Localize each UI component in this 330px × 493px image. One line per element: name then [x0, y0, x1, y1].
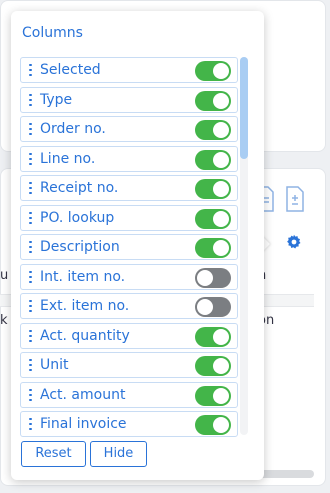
drag-handle-icon[interactable]	[29, 418, 32, 430]
toggle-knob	[213, 328, 229, 345]
drag-handle-icon[interactable]	[29, 388, 32, 401]
scrollbar-thumb[interactable]	[240, 57, 248, 159]
toggle-knob	[213, 417, 229, 433]
column-visibility-toggle[interactable]	[195, 90, 231, 111]
column-visibility-toggle[interactable]	[195, 385, 231, 406]
column-list: Selected Type Order no. Line no. Receipt no.…	[20, 57, 238, 443]
toggle-knob	[213, 387, 229, 404]
toggle-knob	[213, 358, 229, 374]
reset-button[interactable]: Reset	[21, 441, 86, 467]
hide-button[interactable]: Hide	[90, 441, 147, 467]
toggle-knob	[213, 240, 229, 256]
column-item[interactable]: Order no.	[20, 116, 238, 142]
column-item[interactable]: Ext. item no.	[20, 293, 238, 319]
drag-handle-icon[interactable]	[29, 64, 32, 76]
column-item[interactable]: Act. amount	[20, 381, 238, 408]
column-visibility-toggle[interactable]	[195, 238, 231, 258]
table-header-cell: u	[0, 268, 9, 283]
toggle-knob	[213, 151, 229, 168]
column-label: Line no.	[40, 150, 96, 167]
drag-handle-icon[interactable]	[29, 241, 32, 253]
column-visibility-toggle[interactable]	[195, 61, 231, 81]
drag-handle-icon[interactable]	[29, 300, 32, 312]
horizontal-scrollbar[interactable]	[256, 470, 314, 478]
column-item[interactable]: Final invoice	[20, 411, 238, 437]
column-label: PO. lookup	[40, 209, 115, 226]
column-item[interactable]: Receipt no.	[20, 175, 238, 201]
column-label: Act. quantity	[40, 327, 130, 344]
drag-handle-icon[interactable]	[29, 270, 32, 283]
column-label: Receipt no.	[40, 180, 119, 196]
drag-handle-icon[interactable]	[29, 93, 32, 106]
toggle-knob	[213, 210, 229, 227]
column-visibility-toggle[interactable]	[195, 356, 231, 376]
column-visibility-toggle[interactable]	[195, 179, 231, 199]
column-item[interactable]: Selected	[20, 57, 238, 83]
toggle-knob	[197, 269, 213, 286]
drag-handle-icon[interactable]	[29, 152, 32, 165]
column-label: Unit	[40, 357, 69, 373]
popover-title: Columns	[22, 25, 83, 41]
column-item[interactable]: Description	[20, 234, 238, 260]
column-item[interactable]: Act. quantity	[20, 322, 238, 349]
column-label: Type	[40, 91, 73, 108]
column-visibility-toggle[interactable]	[195, 297, 231, 317]
column-label: Selected	[40, 62, 101, 78]
toggle-knob	[213, 63, 229, 79]
drag-handle-icon[interactable]	[29, 359, 32, 371]
column-visibility-toggle[interactable]	[195, 208, 231, 229]
column-visibility-toggle[interactable]	[195, 149, 231, 170]
column-item[interactable]: Line no.	[20, 145, 238, 172]
column-item[interactable]: Type	[20, 86, 238, 113]
toggle-knob	[213, 92, 229, 109]
drag-handle-icon[interactable]	[29, 123, 32, 135]
column-label: Order no.	[40, 121, 106, 137]
toggle-knob	[197, 299, 213, 315]
toggle-knob	[213, 122, 229, 138]
drag-handle-icon[interactable]	[29, 211, 32, 224]
table-cell: k	[0, 313, 8, 328]
toggle-knob	[213, 181, 229, 197]
drag-handle-icon[interactable]	[29, 329, 32, 342]
column-item[interactable]: PO. lookup	[20, 204, 238, 231]
column-item[interactable]: Unit	[20, 352, 238, 378]
column-label: Final invoice	[40, 416, 127, 432]
column-visibility-toggle[interactable]	[195, 326, 231, 347]
gear-icon[interactable]	[286, 234, 302, 254]
column-label: Description	[40, 239, 120, 255]
column-label: Ext. item no.	[40, 298, 130, 314]
column-visibility-toggle[interactable]	[195, 120, 231, 140]
column-visibility-toggle[interactable]	[195, 415, 231, 435]
column-list-scrollbar[interactable]	[240, 57, 248, 435]
drag-handle-icon[interactable]	[29, 182, 32, 194]
column-visibility-toggle[interactable]	[195, 267, 231, 288]
columns-popover: Columns Selected Type Order no. Line no. Rec…	[11, 11, 264, 480]
document-plus-minus-icon[interactable]	[285, 186, 305, 212]
column-item[interactable]: Int. item no.	[20, 263, 238, 290]
column-label: Act. amount	[40, 386, 126, 403]
column-label: Int. item no.	[40, 268, 126, 285]
